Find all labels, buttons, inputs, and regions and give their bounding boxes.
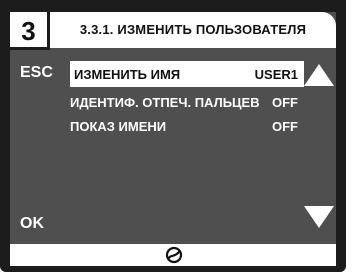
page-title: 3.3.1. ИЗМЕНИТЬ ПОЛЬЗОВАТЕЛЯ (79, 22, 307, 37)
menu-item-change-name[interactable]: ИЗМЕНИТЬ ИМЯ USER1 (70, 61, 304, 87)
intercom-device: 3.3.1. ИЗМЕНИТЬ ПОЛЬЗОВАТЕЛЯ 3 ESC ИЗМЕН… (0, 0, 346, 272)
bus-connection-icon (165, 246, 183, 264)
esc-softkey[interactable]: ESC (20, 64, 53, 82)
lcd-screen: 3.3.1. ИЗМЕНИТЬ ПОЛЬЗОВАТЕЛЯ 3 ESC ИЗМЕН… (10, 12, 336, 266)
arrow-up-icon[interactable] (304, 64, 334, 86)
menu-item-label: ИЗМЕНИТЬ ИМЯ (74, 67, 181, 82)
arrow-down-icon[interactable] (304, 206, 334, 228)
screen-number-badge: 3 (10, 12, 50, 50)
screen-header: 3.3.1. ИЗМЕНИТЬ ПОЛЬЗОВАТЕЛЯ (50, 12, 336, 48)
status-bar (10, 244, 336, 266)
menu-item-label: ИДЕНТИФ. ОТПЕЧ. ПАЛЬЦЕВ (70, 95, 260, 110)
menu-item-label: ПОКАЗ ИМЕНИ (70, 119, 167, 134)
menu-item-value: OFF (272, 119, 298, 134)
menu-item-show-name[interactable]: ПОКАЗ ИМЕНИ OFF (70, 113, 304, 139)
ok-softkey[interactable]: OK (20, 215, 44, 233)
menu-item-fingerprint-id[interactable]: ИДЕНТИФ. ОТПЕЧ. ПАЛЬЦЕВ OFF (70, 89, 304, 115)
menu-item-value: USER1 (254, 67, 298, 82)
menu-item-value: OFF (272, 95, 298, 110)
